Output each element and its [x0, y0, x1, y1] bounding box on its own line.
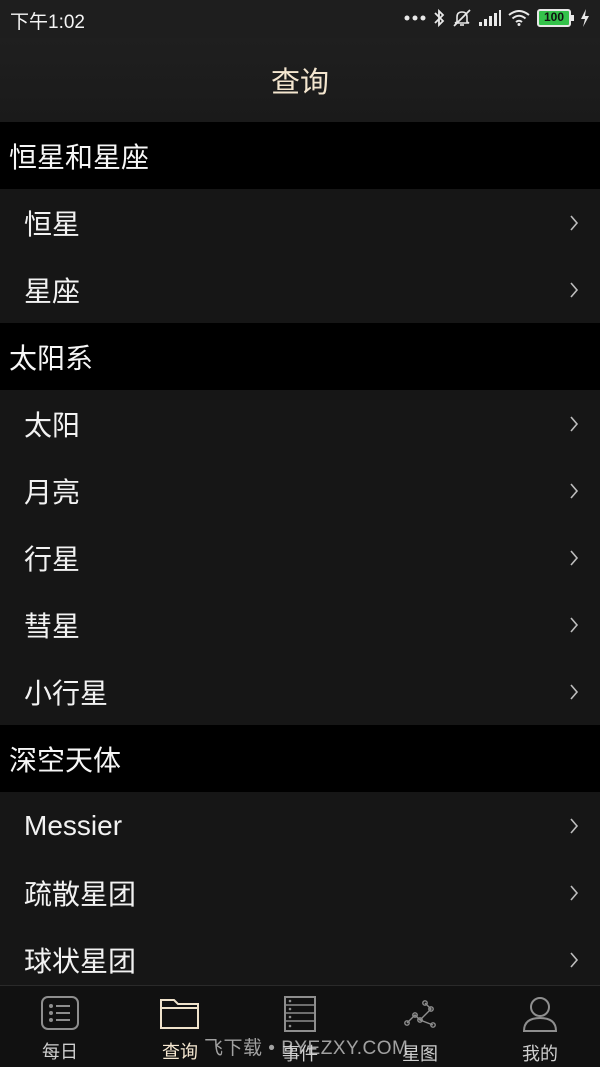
chevron-right-icon [570, 281, 579, 298]
chevron-right-icon [570, 683, 579, 700]
tab-label: 星图 [402, 1044, 438, 1065]
list-item-sun[interactable]: 太阳 [0, 390, 600, 457]
list-icon [41, 996, 79, 1030]
list-item-label: 小行星 [24, 676, 109, 710]
battery-level: 100 [543, 10, 565, 24]
tab-label: 每日 [42, 1042, 78, 1063]
page-title: 查询 [270, 65, 329, 99]
server-icon [284, 996, 316, 1032]
list-item-open-clusters[interactable]: 疏散星团 [0, 859, 600, 926]
section-header-solar-system: 太阳系 [0, 323, 600, 390]
list-item-label: 彗星 [24, 609, 81, 643]
chevron-right-icon [570, 549, 579, 566]
list-item-label: 行星 [24, 542, 81, 576]
chevron-right-icon [570, 951, 579, 968]
status-icons: 100 [404, 6, 590, 30]
list-item-asteroids[interactable]: 小行星 [0, 658, 600, 725]
list-item-label: 星座 [24, 274, 81, 308]
list-item-label: 疏散星团 [24, 877, 137, 911]
list-item-stars[interactable]: 恒星 [0, 189, 600, 256]
chevron-right-icon [570, 482, 579, 499]
tab-query[interactable]: 查询 [120, 986, 240, 1067]
user-icon [522, 997, 558, 1032]
title-bar: 查询 [0, 38, 600, 122]
more-dots-icon [404, 15, 426, 21]
bluetooth-icon [434, 8, 445, 28]
query-list[interactable]: 恒星和星座 恒星 星座 太阳系 太阳 月亮 行星 彗星 小行星 深空天体 Mes… [0, 122, 600, 985]
list-item-label: 球状星团 [24, 944, 137, 978]
mute-icon [453, 9, 471, 27]
charging-icon [581, 9, 589, 27]
tab-events[interactable]: 事件 [240, 986, 360, 1067]
tab-daily[interactable]: 每日 [0, 986, 120, 1067]
signal-icon [479, 10, 501, 26]
list-item-label: 恒星 [24, 207, 81, 241]
tab-profile[interactable]: 我的 [480, 986, 600, 1067]
tab-star-map[interactable]: 星图 [360, 986, 480, 1067]
constellation-icon [404, 1000, 436, 1028]
bottom-tab-bar: 每日 查询 事件 星图 我的 [0, 985, 600, 1067]
status-bar: 下午1:02 100 [0, 0, 600, 38]
chevron-right-icon [570, 214, 579, 231]
section-header-stars: 恒星和星座 [0, 122, 600, 189]
status-time: 下午1:02 [10, 12, 85, 33]
section-header-deep-sky: 深空天体 [0, 725, 600, 792]
list-item-globular-clusters[interactable]: 球状星团 [0, 926, 600, 985]
list-item-comets[interactable]: 彗星 [0, 591, 600, 658]
wifi-icon [508, 10, 530, 26]
battery-icon: 100 [537, 9, 574, 27]
tab-label: 查询 [162, 1042, 198, 1063]
list-item-label: 月亮 [24, 475, 81, 509]
chevron-right-icon [570, 817, 579, 834]
chevron-right-icon [570, 884, 579, 901]
list-item-constellations[interactable]: 星座 [0, 256, 600, 323]
chevron-right-icon [570, 415, 579, 432]
list-item-moon[interactable]: 月亮 [0, 457, 600, 524]
tab-label: 我的 [522, 1044, 558, 1065]
chevron-right-icon [570, 616, 579, 633]
list-item-messier[interactable]: Messier [0, 792, 600, 859]
folder-icon [160, 999, 199, 1029]
tab-label: 事件 [282, 1044, 318, 1065]
list-item-label: 太阳 [24, 408, 81, 442]
list-item-planets[interactable]: 行星 [0, 524, 600, 591]
list-item-label: Messier [24, 809, 123, 841]
